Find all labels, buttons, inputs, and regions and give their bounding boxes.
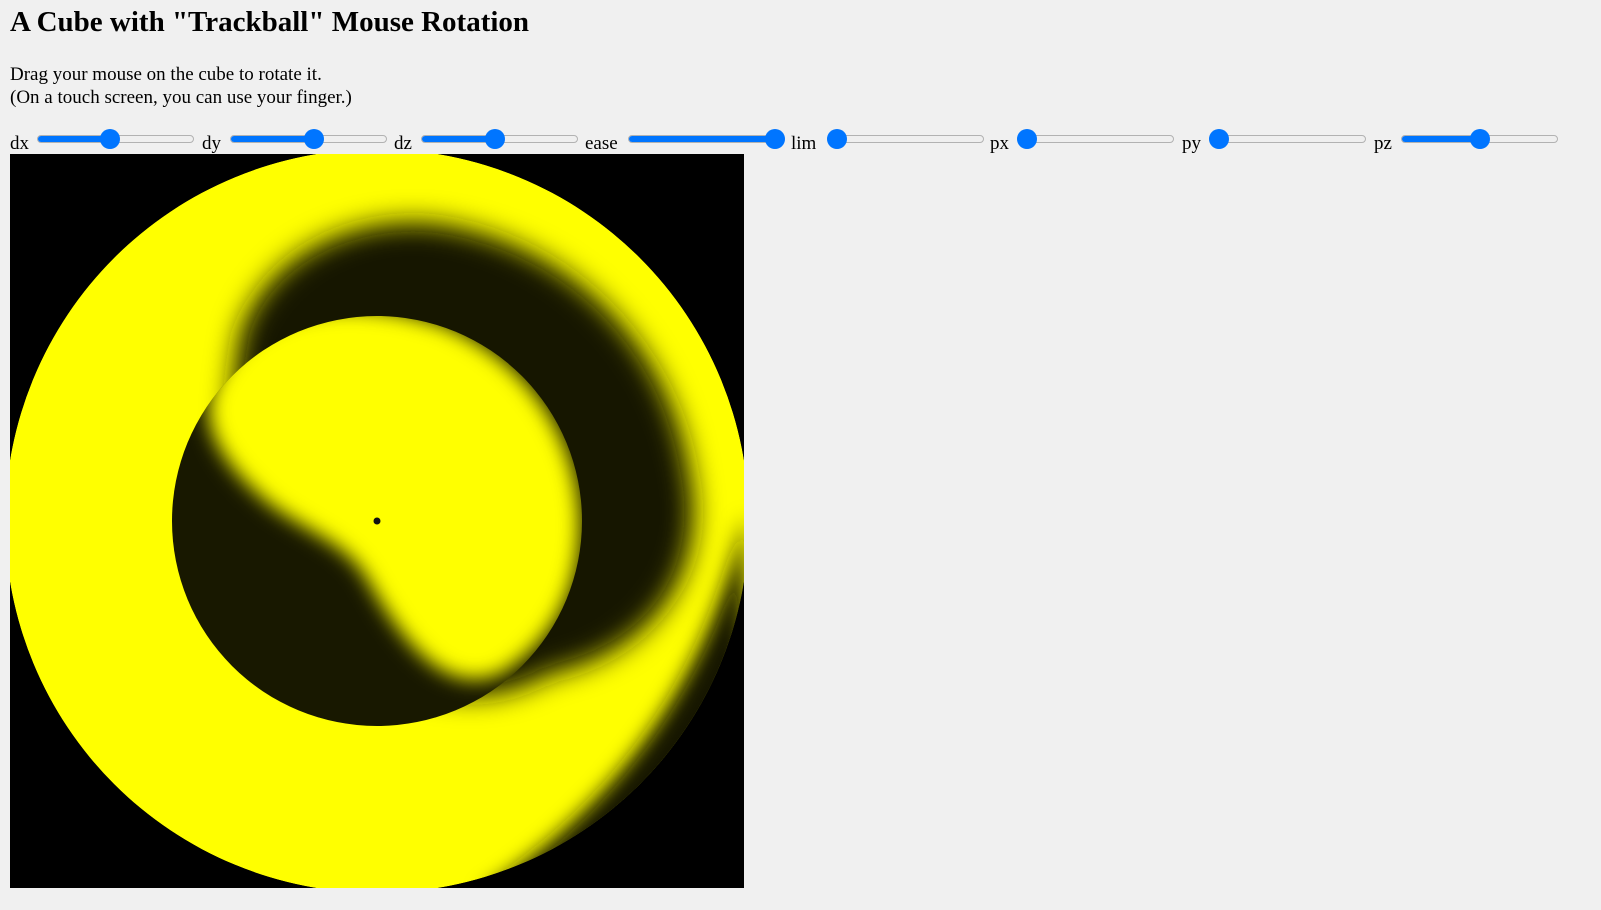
slider-label-dx: dx bbox=[10, 133, 29, 154]
slider-thumb[interactable] bbox=[100, 129, 121, 149]
slider-track bbox=[628, 135, 785, 143]
slider-label-dz: dz bbox=[394, 133, 412, 154]
slider-thumb[interactable] bbox=[1209, 129, 1229, 149]
dx-slider[interactable] bbox=[37, 129, 194, 149]
slider-thumb[interactable] bbox=[485, 129, 506, 149]
slider-thumb[interactable] bbox=[1469, 129, 1490, 149]
rotation-center-dot bbox=[373, 517, 381, 525]
slider-label-ease: ease bbox=[585, 133, 618, 154]
dy-slider[interactable] bbox=[230, 129, 387, 149]
instruction-line: Drag your mouse on the cube to rotate it… bbox=[10, 64, 322, 85]
cube-canvas[interactable] bbox=[10, 154, 744, 888]
slider-thumb[interactable] bbox=[765, 129, 785, 149]
py-slider[interactable] bbox=[1209, 129, 1366, 149]
slider-fill bbox=[1402, 136, 1481, 142]
slider-label-py: py bbox=[1182, 133, 1201, 154]
slider-label-lim: lim bbox=[791, 133, 817, 154]
page-title: A Cube with "Trackball" Mouse Rotation bbox=[10, 6, 530, 38]
px-slider[interactable] bbox=[1017, 129, 1174, 149]
slider-fill bbox=[231, 136, 315, 142]
slider-label-dy: dy bbox=[202, 133, 221, 154]
ease-slider[interactable] bbox=[628, 129, 785, 149]
instructions: Drag your mouse on the cube to rotate it… bbox=[10, 63, 352, 109]
slider-track bbox=[1209, 135, 1366, 143]
slider-thumb[interactable] bbox=[303, 129, 324, 149]
pz-slider[interactable] bbox=[1401, 129, 1558, 149]
slider-controls: dx dy dz ease lim px py pz bbox=[10, 128, 1600, 156]
instruction-line: (On a touch screen, you can use your fin… bbox=[10, 87, 352, 108]
slider-track bbox=[1017, 135, 1174, 143]
slider-thumb[interactable] bbox=[1017, 129, 1037, 149]
cube-render bbox=[10, 154, 744, 888]
lim-slider[interactable] bbox=[827, 129, 984, 149]
slider-track bbox=[827, 135, 984, 143]
slider-label-px: px bbox=[990, 133, 1009, 154]
dz-slider[interactable] bbox=[421, 129, 578, 149]
slider-fill bbox=[629, 136, 776, 142]
slider-thumb[interactable] bbox=[827, 129, 847, 149]
slider-label-pz: pz bbox=[1374, 133, 1392, 154]
